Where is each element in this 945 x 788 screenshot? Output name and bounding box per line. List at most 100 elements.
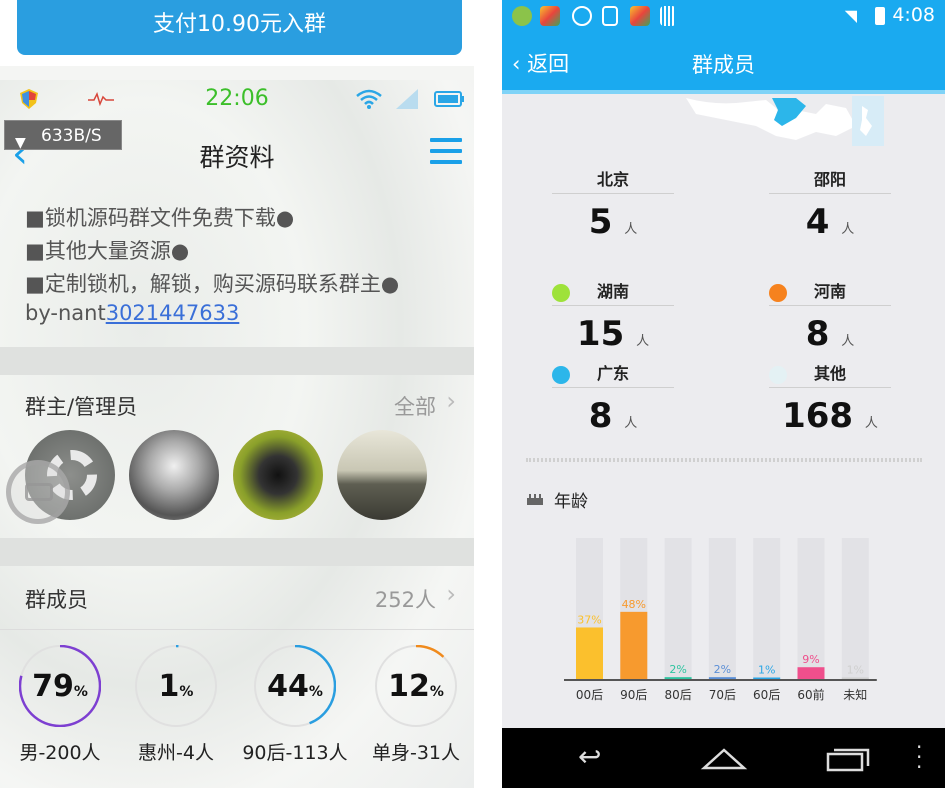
wifi-small-icon: ▼ xyxy=(15,135,26,151)
admins-label: 群主/管理员 xyxy=(25,395,138,419)
group-members-screen: ◥ 4:08 ‹ 返回 群成员 北京 5 人邵阳 4 人湖南 15 人河南 8 人广东 8… xyxy=(502,0,945,788)
chevron-right-icon: › xyxy=(446,580,456,608)
net-speed-text: 633B/S xyxy=(41,126,102,146)
stat-ring: 44% xyxy=(254,645,336,727)
bar-value-label: 2% xyxy=(669,663,686,676)
bar xyxy=(620,611,648,680)
back-nav-icon[interactable]: ↩ xyxy=(578,740,601,773)
city-name: 河南 xyxy=(769,280,891,306)
bar-track xyxy=(664,538,692,680)
legend-dot xyxy=(552,284,570,302)
header: ‹ 返回 群成员 xyxy=(502,34,945,94)
city-stat: 其他 168 人 xyxy=(769,362,891,436)
battery-icon xyxy=(875,7,885,25)
stat-label: 单身-31人 xyxy=(371,742,461,764)
members-row[interactable]: 群成员 252人 › xyxy=(0,568,474,630)
x-tick-label: 60前 xyxy=(797,687,824,702)
battery-icon xyxy=(434,91,464,107)
more-dots-icon[interactable]: · · · xyxy=(916,737,922,777)
net-speed-overlay: ▼ 633B/S xyxy=(4,120,122,151)
city-stat: 河南 8 人 xyxy=(769,280,891,354)
bar-value-label: 9% xyxy=(802,653,819,666)
bar-track xyxy=(708,538,736,680)
home-nav-icon[interactable] xyxy=(700,746,748,772)
x-tick-label: 80后 xyxy=(664,688,691,702)
recent-apps-icon[interactable] xyxy=(826,746,870,772)
stat-percent: 44% xyxy=(267,669,323,704)
city-count: 5 人 xyxy=(588,202,638,242)
cake-icon xyxy=(527,494,543,505)
x-tick-label: 00后 xyxy=(576,688,603,702)
members-label: 群成员 xyxy=(25,588,88,612)
bar xyxy=(576,627,603,680)
city-name: 湖南 xyxy=(552,280,674,306)
admins-row[interactable]: 群主/管理员 全部 › xyxy=(0,375,474,437)
section-divider xyxy=(0,538,474,566)
legend-dot xyxy=(769,284,787,302)
status-time: 4:08 xyxy=(892,4,935,26)
stat-ring: 1% xyxy=(135,645,217,727)
city-count: 4 人 xyxy=(805,202,855,242)
app-notification-icon xyxy=(540,6,560,26)
bar-value-label: 2% xyxy=(714,663,731,676)
dotted-divider xyxy=(526,458,922,462)
status-bar: 22:06 xyxy=(0,80,474,118)
bar-value-label: 1% xyxy=(847,664,864,677)
bar-value-label: 1% xyxy=(758,664,775,677)
app-notification-icon xyxy=(572,6,592,26)
avatar[interactable] xyxy=(337,430,427,520)
legend-dot xyxy=(552,366,570,384)
city-stat: 湖南 15 人 xyxy=(552,280,674,354)
byline-qq-link[interactable]: 3021447633 xyxy=(106,301,240,325)
city-name: 邵阳 xyxy=(769,168,891,194)
stat-percent: 1% xyxy=(158,669,194,704)
pay-bar: 支付10.90元入群 xyxy=(0,0,474,66)
chevron-right-icon: › xyxy=(446,387,456,415)
desc-line: ■其他大量资源● xyxy=(25,239,190,263)
admins-all-link[interactable]: 全部 xyxy=(394,391,436,421)
city-count: 8 人 xyxy=(588,396,638,436)
city-count: 8 人 xyxy=(805,314,855,354)
app-notification-icon xyxy=(630,6,650,26)
section-divider xyxy=(0,347,474,375)
byline-prefix: by-nant xyxy=(25,301,106,325)
barcode-icon xyxy=(660,6,676,26)
stat-label: 惠州-4人 xyxy=(138,742,214,764)
stat-percent: 12% xyxy=(388,669,444,704)
bar-value-label: 37% xyxy=(577,613,601,626)
age-bar-chart: 37% 00后 48% 90后 2% 80后 2% 70后 1% 60后 9% 60前 1% 未知 xyxy=(564,538,877,702)
city-count: 15 人 xyxy=(576,314,650,354)
stat-ring: 12% xyxy=(375,645,457,727)
menu-icon[interactable] xyxy=(430,138,462,166)
avatar[interactable] xyxy=(129,430,219,520)
group-profile-panel: 22:06 ‹ 群资料 ▼ 633B/S ■锁机源码群文件免费下载● ■其他大量… xyxy=(0,80,474,788)
city-stat: 北京 5 人 xyxy=(552,168,674,242)
city-count: 168 人 xyxy=(782,396,878,436)
signal-icon xyxy=(396,89,418,109)
members-count: 252人 xyxy=(374,588,436,612)
stat-ring: 79% xyxy=(19,645,101,727)
age-section-title: 年龄 xyxy=(554,492,588,512)
desc-line: ■锁机源码群文件免费下载● xyxy=(25,206,295,230)
stat-percent: 79% xyxy=(32,669,88,704)
x-tick-label: 60后 xyxy=(753,688,780,702)
app-notification-icon xyxy=(512,6,532,26)
bar-track xyxy=(841,538,869,680)
page-title: 群成员 xyxy=(692,53,755,77)
bar-value-label: 48% xyxy=(622,598,646,611)
stat-label: 90后-113人 xyxy=(242,742,348,764)
wifi-icon xyxy=(356,89,382,109)
wifi-icon: ◥ xyxy=(844,6,857,25)
avatar[interactable] xyxy=(233,430,323,520)
system-nav-bar: ↩ · · · xyxy=(502,728,945,788)
x-tick-label: 未知 xyxy=(843,688,867,702)
group-profile-screen: 支付10.90元入群 22:06 ‹ 群资料 ▼ 633B/S ■锁机源码群文件… xyxy=(0,0,474,788)
pay-join-button[interactable]: 支付10.90元入群 xyxy=(17,0,462,55)
city-name: 其他 xyxy=(769,362,891,388)
screenshot-stage: 支付10.90元入群 22:06 ‹ 群资料 ▼ 633B/S ■锁机源码群文件… xyxy=(0,0,945,788)
desc-line: ■定制锁机，解锁，购买源码联系群主● xyxy=(25,272,400,296)
floating-assist-button[interactable] xyxy=(6,460,70,524)
city-name: 广东 xyxy=(552,362,674,388)
status-bar: ◥ 4:08 xyxy=(502,0,945,34)
byline: by-nant3021447633 xyxy=(25,301,239,325)
